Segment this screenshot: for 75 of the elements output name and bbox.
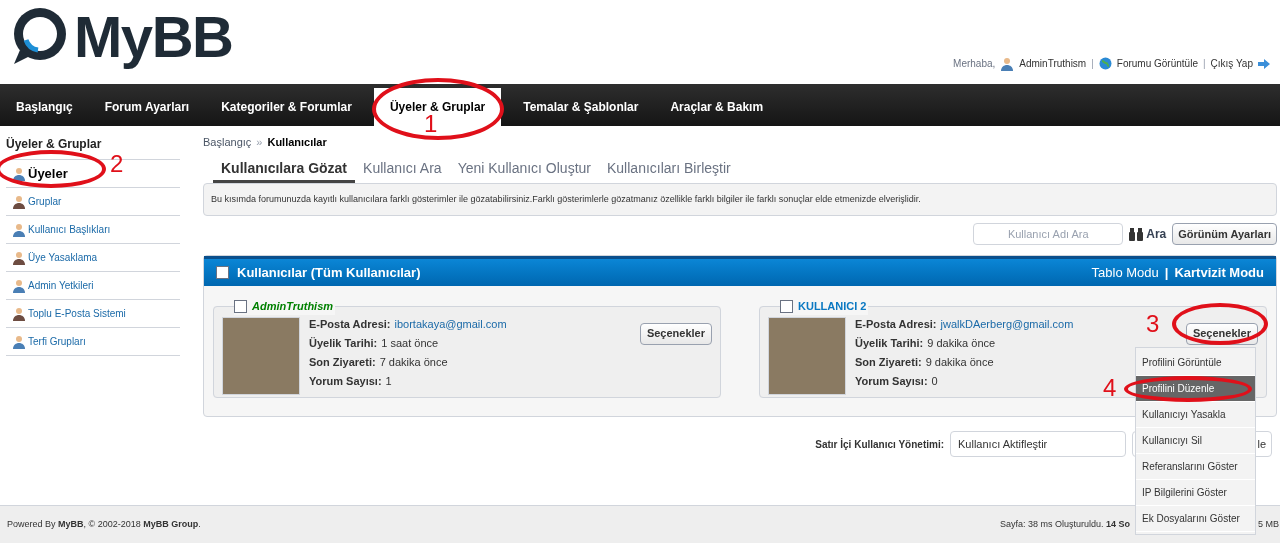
- field-value: 1: [385, 373, 392, 389]
- menu-item[interactable]: Kullanıcıyı Yasakla: [1136, 402, 1255, 428]
- view-mode-link[interactable]: Kartvizit Modu: [1174, 262, 1264, 283]
- menu-item[interactable]: Ek Dosyalarını Göster: [1136, 506, 1255, 532]
- field-value: 0: [931, 373, 938, 389]
- menu-item[interactable]: Referanslarını Göster: [1136, 454, 1255, 480]
- globe-icon: [1098, 57, 1112, 70]
- annotation-number: 3: [1146, 312, 1160, 336]
- greeting-text: Merhaba,: [953, 57, 996, 71]
- user-icon: [1000, 56, 1015, 71]
- action-select[interactable]: Kullanıcı Aktifleştir: [950, 431, 1126, 457]
- field-label: Üyelik Tarihi:: [855, 335, 924, 351]
- field-label: E-Posta Adresi:: [309, 316, 391, 332]
- sidebar-item[interactable]: Terfi Grupları: [12, 334, 86, 349]
- user-link[interactable]: AdminTruthism: [1019, 56, 1087, 71]
- sidebar-item[interactable]: Kullanıcı Başlıkları: [12, 222, 111, 237]
- arrow-right-icon: [1258, 58, 1270, 69]
- user-icon: [12, 278, 26, 293]
- view-forum-link[interactable]: Forumu Görüntüle: [1116, 56, 1198, 71]
- field-value: 1 saat önce: [381, 335, 439, 351]
- inline-management-label: Satır İçi Kullanıcı Yönetimi:: [815, 437, 944, 452]
- user-icon: [12, 306, 26, 321]
- checkbox[interactable]: [216, 266, 229, 279]
- breadcrumb-current: Kullanıcılar: [267, 134, 327, 150]
- sidebar-item[interactable]: Üyeler: [12, 163, 68, 184]
- nav-tab[interactable]: Başlangıç: [0, 88, 89, 126]
- field-value: 7 dakika önce: [379, 354, 448, 370]
- nav-tab[interactable]: Kategoriler & Forumlar: [205, 88, 368, 126]
- sidebar-item[interactable]: Üye Yasaklama: [12, 250, 98, 265]
- annotation-number: 4: [1103, 376, 1117, 400]
- view-mode-link[interactable]: Tablo Modu: [1091, 262, 1159, 283]
- user-icon: [12, 334, 26, 349]
- menu-item[interactable]: IP Bilgilerini Göster: [1136, 480, 1255, 506]
- tab[interactable]: Kullanıcı Ara: [355, 156, 450, 183]
- email-link[interactable]: ibortakaya@gmail.com: [394, 316, 507, 332]
- field-label: Yorum Sayısı:: [309, 373, 382, 389]
- binoculars-icon: [1129, 227, 1144, 241]
- field-label: Son Ziyareti:: [309, 354, 376, 370]
- user-icon: [12, 222, 26, 237]
- logout-link[interactable]: Çıkış Yap: [1210, 56, 1253, 71]
- search-button[interactable]: Ara: [1129, 225, 1167, 243]
- nav-tab[interactable]: Temalar & Şablonlar: [507, 88, 655, 126]
- footer-memory: 5 MB: [1258, 517, 1279, 531]
- description-text: Bu kısımda forumunuzda kayıtlı kullanıcılara farklı gösterimler ile gözatabilirsiniz.Farklı gösterimlerle gözatmanız özellikle farklı bilgiler ile farklı sonuçlar elde etmenizde elverişlidir.: [203, 183, 1277, 216]
- sidebar-item[interactable]: Toplu E-Posta Sistemi: [12, 306, 126, 321]
- field-label: E-Posta Adresi:: [855, 316, 937, 332]
- panel-title: Kullanıcılar (Tüm Kullanıcılar): [237, 263, 421, 282]
- user-icon: [12, 166, 26, 181]
- footer-copyright: Powered By MyBB, © 2002-2018 MyBB Group.: [7, 517, 201, 531]
- nav-tab[interactable]: Forum Ayarları: [88, 88, 206, 126]
- separator-text: |: [1202, 57, 1206, 71]
- tab[interactable]: Yeni Kullanıcı Oluştur: [449, 156, 599, 183]
- menu-item[interactable]: Kullanıcıyı Sil: [1136, 428, 1255, 454]
- field-value: 9 dakika önce: [925, 354, 994, 370]
- breadcrumb-link[interactable]: Başlangıç: [203, 133, 252, 151]
- tab[interactable]: Kullanıcıları Birleştir: [599, 156, 739, 183]
- footer-stats: Sayfa: 38 ms Oluşturuldu. 14 So: [999, 517, 1130, 531]
- search-field[interactable]: Kullanıcı Adı Ara: [973, 223, 1124, 245]
- checkbox[interactable]: [234, 299, 247, 313]
- sidebar-item[interactable]: Gruplar: [12, 194, 62, 209]
- nav-tab[interactable]: Araçlar & Bakım: [654, 88, 780, 126]
- field-label: Son Ziyareti:: [855, 354, 922, 370]
- email-link[interactable]: jwalkDAerberg@gmail.com: [940, 316, 1074, 332]
- breadcrumb-separator: »: [256, 134, 263, 150]
- field-value: 9 dakika önce: [927, 335, 996, 351]
- user-icon: [12, 194, 26, 209]
- separator-text: |: [1164, 263, 1169, 282]
- user-icon: [12, 250, 26, 265]
- checkbox[interactable]: [780, 299, 793, 313]
- separator-text: |: [1091, 57, 1094, 71]
- field-label: Yorum Sayısı:: [855, 373, 928, 389]
- sidebar-item[interactable]: Admin Yetkileri: [12, 278, 94, 293]
- options-button[interactable]: Seçenekler: [639, 322, 712, 345]
- view-settings-button[interactable]: Görünüm Ayarları: [1172, 223, 1277, 245]
- field-label: Üyelik Tarihi:: [309, 335, 378, 351]
